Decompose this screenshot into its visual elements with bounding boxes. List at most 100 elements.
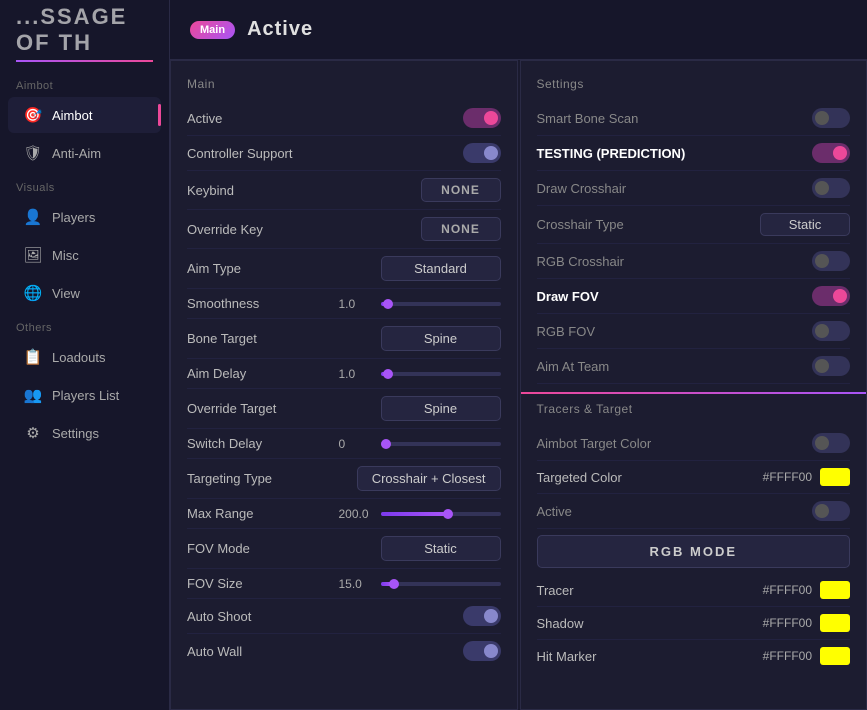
slider-switch-delay-track[interactable] [381,442,501,446]
dropdown-fov-mode[interactable]: Static [381,536,501,561]
left-panel-title: Main [187,77,501,91]
slider-aim-delay-track[interactable] [381,372,501,376]
sidebar-item-anti-aim[interactable]: 🛡 Anti-Aim [8,135,161,171]
label-aimbot-target-color: Aimbot Target Color [537,436,652,451]
sidebar-item-label: Players List [52,388,119,403]
color-swatch-targeted[interactable] [820,468,850,486]
logo-text: ...SSAGE OF TH [16,4,170,56]
toggle-aim-at-team[interactable] [812,356,850,376]
toggle-active[interactable] [463,108,501,128]
label-hit-marker: Hit Marker [537,649,597,664]
slider-fov-size-row: 15.0 [339,577,501,591]
row-draw-crosshair: Draw Crosshair [537,171,851,206]
right-panel-tracers-title: Tracers & Target [537,402,851,416]
label-switch-delay: Switch Delay [187,436,262,451]
toggle-draw-crosshair[interactable] [812,178,850,198]
dropdown-override-target[interactable]: Spine [381,396,501,421]
section-label-others: Others [0,312,169,338]
row-targeted-color: Targeted Color #FFFF00 [537,461,851,494]
toggle-rgb-fov[interactable] [812,321,850,341]
dropdown-targeting-type[interactable]: Crosshair + Closest [357,466,501,491]
settings-icon: ⚙ [24,424,42,442]
row-active-tracer: Active [537,494,851,529]
sidebar-item-settings[interactable]: ⚙ Settings [8,415,161,451]
label-fov-size: FOV Size [187,576,243,591]
label-active: Active [187,111,222,126]
toggle-active-tracer[interactable] [812,501,850,521]
toggle-auto-wall[interactable] [463,641,501,661]
dropdown-bone-target[interactable]: Spine [381,326,501,351]
row-rgb-crosshair: RGB Crosshair [537,244,851,279]
row-max-range: Max Range 200.0 [187,499,501,529]
slider-fov-size-track[interactable] [381,582,501,586]
toggle-testing-prediction[interactable] [812,143,850,163]
loadouts-icon: 📋 [24,348,42,366]
label-tracer: Tracer [537,583,574,598]
sidebar-item-loadouts[interactable]: 📋 Loadouts [8,339,161,375]
row-override-key: Override Key NONE [187,210,501,249]
label-crosshair-type: Crosshair Type [537,217,624,232]
slider-max-range-track[interactable] [381,512,501,516]
toggle-aimbot-target-color[interactable] [812,433,850,453]
slider-max-range-val: 200.0 [339,507,371,521]
label-draw-crosshair: Draw Crosshair [537,181,627,196]
slider-aim-delay-val: 1.0 [339,367,371,381]
label-fov-mode: FOV Mode [187,541,250,556]
rgb-mode-button[interactable]: RGB MODE [537,535,851,568]
sidebar-item-players-list[interactable]: 👥 Players List [8,377,161,413]
row-fov-size: FOV Size 15.0 [187,569,501,599]
toggle-controller-support[interactable] [463,143,501,163]
label-aim-type: Aim Type [187,261,241,276]
section-label-aimbot: Aimbot [0,70,169,96]
sidebar-item-label: Anti-Aim [52,146,101,161]
misc-icon: 🖼 [24,246,42,264]
row-smoothness: Smoothness 1.0 [187,289,501,319]
aimbot-icon: 🎯 [24,106,42,124]
content-area: Main Active Main Active Controller Suppo… [170,0,867,710]
players-list-icon: 👥 [24,386,42,404]
label-aim-at-team: Aim At Team [537,359,610,374]
sidebar-item-misc[interactable]: 🖼 Misc [8,237,161,273]
sidebar-item-label: Misc [52,248,79,263]
row-auto-shoot: Auto Shoot [187,599,501,634]
color-hex-shadow: #FFFF00 [763,616,812,630]
label-override-target: Override Target [187,401,276,416]
slider-fill [381,512,447,516]
label-keybind: Keybind [187,183,234,198]
slider-smoothness-track[interactable] [381,302,501,306]
label-shadow: Shadow [537,616,584,631]
dropdown-crosshair-type[interactable]: Static [760,213,850,236]
sidebar-item-label: Settings [52,426,99,441]
color-row-hit-marker: #FFFF00 [763,647,850,665]
players-icon: 👤 [24,208,42,226]
sidebar-item-players[interactable]: 👤 Players [8,199,161,235]
color-swatch-shadow[interactable] [820,614,850,632]
slider-smoothness-row: 1.0 [339,297,501,311]
color-hex-targeted: #FFFF00 [763,470,812,484]
label-auto-shoot: Auto Shoot [187,609,251,624]
override-key-button[interactable]: NONE [421,217,501,241]
row-auto-wall: Auto Wall [187,634,501,668]
sidebar-item-aimbot[interactable]: 🎯 Aimbot [8,97,161,133]
sidebar-item-view[interactable]: 🌐 View [8,275,161,311]
row-testing-prediction: TESTING (PREDICTION) [537,136,851,171]
slider-aim-delay-row: 1.0 [339,367,501,381]
slider-fov-size-val: 15.0 [339,577,371,591]
toggle-smart-bone-scan[interactable] [812,108,850,128]
toggle-auto-shoot[interactable] [463,606,501,626]
row-active: Active [187,101,501,136]
keybind-button[interactable]: NONE [421,178,501,202]
sidebar-item-label: Aimbot [52,108,92,123]
color-row-targeted: #FFFF00 [763,468,850,486]
header: Main Active [170,0,867,60]
dropdown-aim-type[interactable]: Standard [381,256,501,281]
slider-switch-delay-val: 0 [339,437,371,451]
panels: Main Active Controller Support Keybind N… [170,60,867,710]
label-smart-bone-scan: Smart Bone Scan [537,111,639,126]
color-swatch-tracer[interactable] [820,581,850,599]
toggle-rgb-crosshair[interactable] [812,251,850,271]
toggle-draw-fov[interactable] [812,286,850,306]
row-aimbot-target-color: Aimbot Target Color [537,426,851,461]
row-rgb-fov: RGB FOV [537,314,851,349]
color-swatch-hit-marker[interactable] [820,647,850,665]
